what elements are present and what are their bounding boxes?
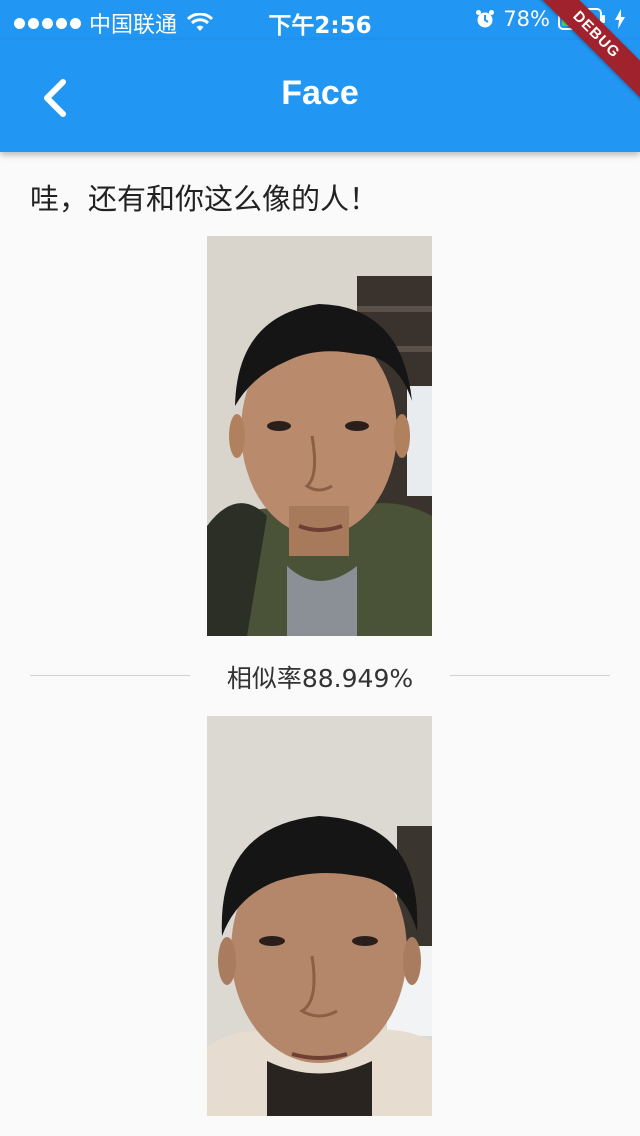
- similarity-score: 相似率88.949%: [226, 664, 414, 693]
- app-bar: Face: [0, 40, 640, 152]
- face-photo-top: [207, 236, 432, 636]
- alarm-icon: [475, 9, 495, 29]
- app-screen: 中国联通 下午2:56 78% Face DEBUG 哇，还有和你这么像的人！ …: [0, 0, 640, 1136]
- status-bar: 中国联通 下午2:56 78%: [0, 0, 640, 40]
- divider-line-right: [450, 675, 610, 676]
- battery-percentage: 78%: [503, 7, 550, 31]
- charging-icon: [614, 9, 626, 29]
- page-title: Face: [281, 74, 359, 112]
- similarity-divider: 相似率88.949%: [30, 656, 610, 696]
- face-photo-bottom: [207, 716, 432, 1116]
- result-headline: 哇，还有和你这么像的人！: [30, 182, 379, 216]
